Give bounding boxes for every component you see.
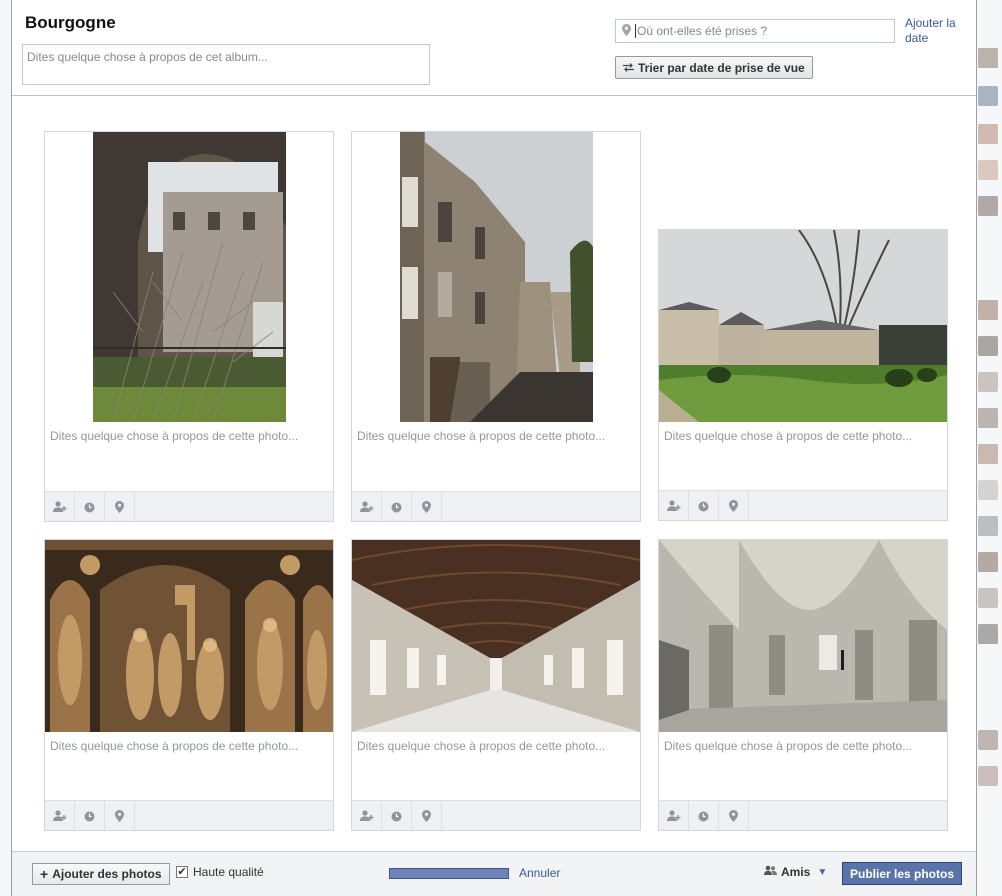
- background-avatar: [978, 196, 998, 216]
- add-photos-label: Ajouter des photos: [52, 867, 162, 881]
- tag-person-icon[interactable]: [45, 801, 75, 831]
- chevron-down-icon: ▼: [817, 866, 828, 878]
- photo-card: Dites quelque chose à propos de cette ph…: [44, 539, 334, 831]
- photo-card: Dites quelque chose à propos de cette ph…: [351, 131, 641, 522]
- photo-caption-input[interactable]: Dites quelque chose à propos de cette ph…: [664, 739, 912, 753]
- photo-frame: [659, 540, 947, 732]
- photo-toolbar: [45, 800, 333, 831]
- photo-toolbar: [659, 490, 947, 521]
- photo-toolbar: [45, 491, 333, 522]
- photo-image[interactable]: [352, 540, 640, 732]
- clock-icon[interactable]: [382, 492, 412, 522]
- high-quality-label[interactable]: Haute qualité: [193, 865, 264, 879]
- location-pin-icon[interactable]: [412, 801, 442, 831]
- tag-person-icon[interactable]: [659, 801, 689, 831]
- background-page-right: [976, 0, 1002, 896]
- photo-card: Dites quelque chose à propos de cette ph…: [351, 539, 641, 831]
- photo-frame: [45, 540, 333, 732]
- clock-icon[interactable]: [689, 801, 719, 831]
- background-avatar: [978, 516, 998, 536]
- sort-arrows-icon: [623, 61, 634, 75]
- location-pin-icon: [622, 23, 631, 39]
- photo-caption-input[interactable]: Dites quelque chose à propos de cette ph…: [664, 429, 912, 443]
- background-avatar: [978, 480, 998, 500]
- audience-selector[interactable]: Amis ▼: [764, 865, 827, 879]
- text-cursor: [635, 24, 636, 38]
- clock-icon[interactable]: [382, 801, 412, 831]
- album-header: Bourgogne Dites quelque chose à propos d…: [12, 0, 976, 96]
- tag-person-icon[interactable]: [659, 491, 689, 521]
- add-date-link[interactable]: Ajouter la date: [905, 16, 965, 46]
- upload-progress-bar: [389, 868, 509, 879]
- background-avatar: [978, 48, 998, 68]
- plus-icon: +: [40, 866, 49, 882]
- album-description-input[interactable]: Dites quelque chose à propos de cet albu…: [22, 44, 430, 85]
- photo-toolbar: [352, 491, 640, 522]
- location-pin-icon[interactable]: [719, 491, 749, 521]
- sort-button-label: Trier par date de prise de vue: [638, 60, 805, 75]
- photo-card: Dites quelque chose à propos de cette ph…: [44, 131, 334, 522]
- location-pin-icon[interactable]: [412, 492, 442, 522]
- upload-progress-fill: [390, 869, 508, 878]
- clock-icon[interactable]: [689, 491, 719, 521]
- background-avatar: [978, 624, 998, 644]
- tag-person-icon[interactable]: [352, 492, 382, 522]
- photo-caption-input[interactable]: Dites quelque chose à propos de cette ph…: [50, 739, 298, 753]
- friends-icon: [764, 865, 777, 879]
- location-pin-icon[interactable]: [719, 801, 749, 831]
- tag-person-icon[interactable]: [45, 492, 75, 522]
- photo-image[interactable]: [93, 132, 286, 422]
- photo-toolbar: [659, 800, 947, 831]
- background-avatar: [978, 552, 998, 572]
- photo-toolbar: [352, 800, 640, 831]
- clock-icon[interactable]: [75, 492, 105, 522]
- background-avatar: [978, 408, 998, 428]
- sort-by-date-button[interactable]: Trier par date de prise de vue: [615, 56, 813, 79]
- photo-image[interactable]: [400, 132, 593, 422]
- album-upload-dialog: Bourgogne Dites quelque chose à propos d…: [11, 0, 977, 896]
- photo-image[interactable]: [659, 540, 947, 732]
- background-avatar: [978, 372, 998, 392]
- background-avatar: [978, 300, 998, 320]
- background-avatar: [978, 730, 998, 750]
- high-quality-checkbox[interactable]: ✔: [176, 866, 188, 878]
- photo-frame: [659, 230, 947, 422]
- album-title[interactable]: Bourgogne: [25, 13, 116, 33]
- photo-image[interactable]: [659, 230, 947, 422]
- photo-caption-input[interactable]: Dites quelque chose à propos de cette ph…: [357, 739, 605, 753]
- cancel-link[interactable]: Annuler: [519, 866, 560, 880]
- background-avatar: [978, 588, 998, 608]
- add-photos-button[interactable]: + Ajouter des photos: [32, 863, 170, 885]
- background-avatar: [978, 86, 998, 106]
- background-avatar: [978, 766, 998, 786]
- publish-photos-button[interactable]: Publier les photos: [842, 862, 963, 885]
- location-pin-icon[interactable]: [105, 492, 135, 522]
- photo-caption-input[interactable]: Dites quelque chose à propos de cette ph…: [357, 429, 605, 443]
- background-avatar: [978, 160, 998, 180]
- clock-icon[interactable]: [75, 801, 105, 831]
- photo-image[interactable]: [45, 540, 333, 732]
- background-avatar: [978, 124, 998, 144]
- tag-person-icon[interactable]: [352, 801, 382, 831]
- background-avatar: [978, 444, 998, 464]
- location-input-placeholder: Où ont-elles été prises ?: [637, 24, 768, 38]
- photo-frame: [352, 540, 640, 732]
- location-input[interactable]: Où ont-elles été prises ?: [615, 19, 895, 43]
- background-avatar: [978, 336, 998, 356]
- dialog-footer: + Ajouter des photos ✔ Haute qualité Ann…: [12, 851, 976, 896]
- photo-frame: [352, 132, 640, 422]
- audience-label: Amis: [781, 865, 811, 879]
- photo-frame: [45, 132, 333, 422]
- photo-caption-input[interactable]: Dites quelque chose à propos de cette ph…: [50, 429, 298, 443]
- photo-card: Dites quelque chose à propos de cette ph…: [658, 539, 948, 831]
- photo-card: Dites quelque chose à propos de cette ph…: [658, 229, 948, 521]
- location-pin-icon[interactable]: [105, 801, 135, 831]
